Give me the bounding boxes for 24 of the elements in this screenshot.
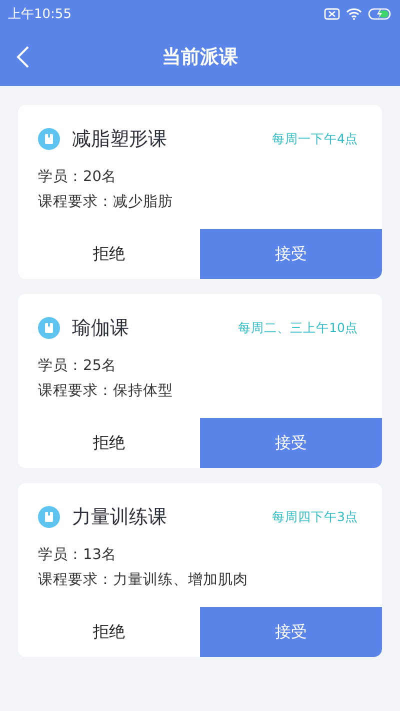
course-title: 力量训练课 [72, 505, 168, 530]
accept-button[interactable]: 接受 [200, 229, 382, 279]
course-schedule: 每周一下午4点 [272, 130, 358, 148]
accept-button[interactable]: 接受 [200, 607, 382, 657]
notification-icon [324, 8, 340, 20]
status-time: 上午10:55 [8, 6, 72, 23]
battery-icon [368, 8, 392, 20]
course-requirement: 课程要求：保持体型 [38, 382, 174, 400]
student-count: 学员：25名 [38, 357, 118, 375]
book-icon [38, 128, 60, 150]
book-icon [38, 506, 60, 528]
course-title: 瑜伽课 [72, 316, 130, 341]
book-icon [38, 317, 60, 339]
page-title: 当前派课 [162, 45, 238, 70]
course-requirement: 课程要求：减少脂肪 [38, 193, 174, 211]
course-requirement: 课程要求：力量训练、增加肌肉 [38, 571, 249, 589]
accept-button[interactable]: 接受 [200, 418, 382, 468]
student-count: 学员：20名 [38, 168, 118, 186]
course-schedule: 每周四下午3点 [272, 508, 358, 526]
course-title: 减脂塑形课 [72, 127, 168, 152]
course-schedule: 每周二、三上午10点 [238, 320, 358, 336]
back-icon[interactable] [16, 45, 30, 69]
wifi-icon [346, 8, 362, 20]
student-count: 学员：13名 [38, 546, 118, 564]
